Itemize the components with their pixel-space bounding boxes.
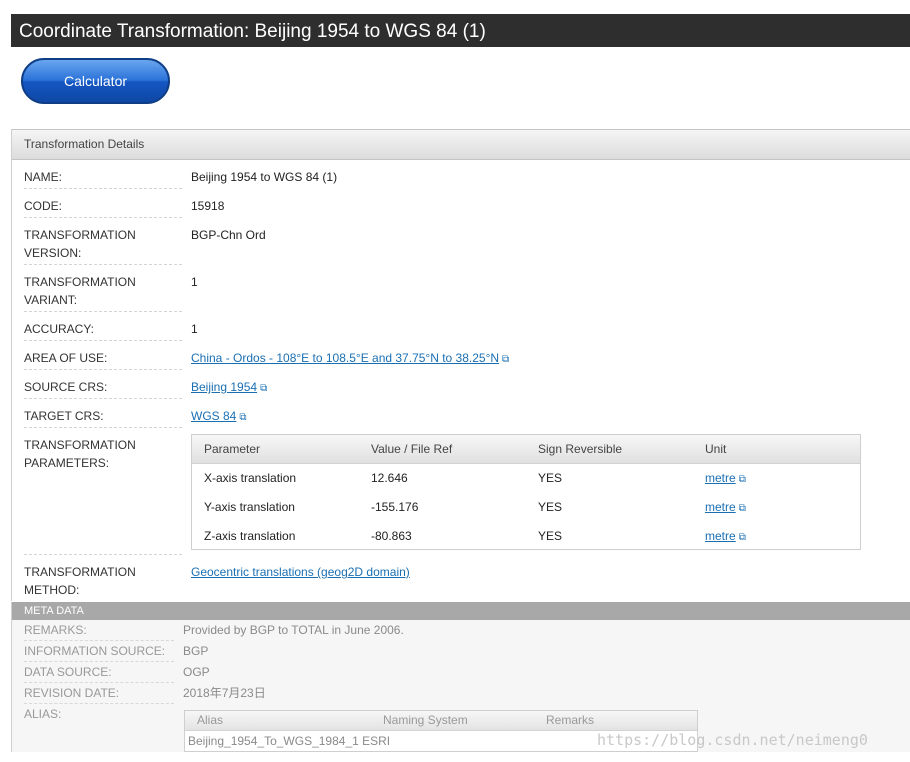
parameters-table-header: Parameter Value / File Ref Sign Reversib…	[192, 435, 860, 464]
area-of-use-label: AREA OF USE:	[24, 341, 182, 370]
unit-link[interactable]: metre	[705, 500, 736, 514]
remarks-label: REMARKS:	[24, 620, 174, 641]
area-of-use-row: AREA OF USE: China - Ordos - 108°E to 10…	[12, 341, 910, 370]
target-crs-row: TARGET CRS: WGS 84 ⧉	[12, 399, 910, 428]
column-header-sign-reversible: Sign Reversible	[538, 442, 623, 456]
variant-label: TRANSFORMATION VARIANT:	[24, 265, 182, 312]
method-row: TRANSFORMATION METHOD: Geocentric transl…	[12, 555, 910, 601]
source-crs-label: SOURCE CRS:	[24, 370, 182, 399]
external-link-icon[interactable]: ⧉	[739, 503, 746, 514]
meta-data-header: META DATA	[12, 602, 910, 620]
parameter-name: X-axis translation	[204, 471, 297, 485]
parameter-sign: YES	[538, 500, 563, 514]
version-row: TRANSFORMATION VERSION: BGP-Chn Ord	[12, 218, 910, 265]
data-source-row: DATA SOURCE: OGP	[12, 662, 910, 683]
parameter-sign: YES	[538, 471, 563, 485]
parameter-value: 12.646	[371, 471, 408, 485]
alias-table-header: Alias Naming System Remarks	[185, 711, 697, 731]
external-link-icon[interactable]: ⧉	[739, 532, 746, 543]
data-source-value: OGP	[183, 665, 210, 679]
accuracy-label: ACCURACY:	[24, 312, 182, 341]
method-link[interactable]: Geocentric translations (geog2D domain)	[191, 565, 410, 579]
parameters-table: Parameter Value / File Ref Sign Reversib…	[191, 434, 861, 550]
parameter-name: Z-axis translation	[204, 529, 296, 543]
parameters-row: TRANSFORMATION PARAMETERS: Parameter Val…	[12, 428, 910, 555]
external-link-icon[interactable]: ⧉	[502, 354, 509, 365]
parameter-name: Y-axis translation	[204, 500, 295, 514]
accuracy-row: ACCURACY: 1	[12, 312, 910, 341]
alias-value: Beijing_1954_To_WGS_1984_1 ESRI	[188, 734, 391, 748]
version-label: TRANSFORMATION VERSION:	[24, 218, 182, 265]
accuracy-value: 1	[191, 322, 198, 336]
remarks-row: REMARKS: Provided by BGP to TOTAL in Jun…	[12, 620, 910, 641]
table-row: Z-axis translation -80.863 YES metre ⧉	[192, 522, 860, 551]
parameters-label: TRANSFORMATION PARAMETERS:	[24, 428, 182, 555]
unit-link[interactable]: metre	[705, 529, 736, 543]
parameter-value: -80.863	[371, 529, 412, 543]
table-row: X-axis translation 12.646 YES metre ⧉	[192, 464, 860, 493]
method-value: Geocentric translations (geog2D domain)	[191, 555, 410, 581]
area-of-use-link[interactable]: China - Ordos - 108°E to 108.5°E and 37.…	[191, 351, 499, 365]
external-link-icon[interactable]: ⧉	[260, 383, 267, 394]
external-link-icon[interactable]: ⧉	[739, 474, 746, 485]
revision-date-row: REVISION DATE: 2018年7月23日	[12, 683, 910, 704]
parameter-unit: metre ⧉	[705, 522, 746, 552]
remarks-value: Provided by BGP to TOTAL in June 2006.	[183, 623, 404, 637]
parameter-unit: metre ⧉	[705, 464, 746, 494]
table-row: Y-axis translation -155.176 YES metre ⧉	[192, 493, 860, 522]
parameter-sign: YES	[538, 529, 563, 543]
transformation-details-panel: Transformation Details NAME: Beijing 195…	[11, 129, 910, 601]
version-value: BGP-Chn Ord	[191, 228, 266, 242]
code-value: 15918	[191, 199, 225, 213]
information-source-value: BGP	[183, 644, 209, 658]
page-title: Coordinate Transformation: Beijing 1954 …	[11, 14, 910, 47]
data-source-label: DATA SOURCE:	[24, 662, 174, 683]
target-crs-value: WGS 84 ⧉	[191, 399, 247, 427]
column-header-naming-system: Naming System	[383, 713, 468, 727]
target-crs-link[interactable]: WGS 84	[191, 409, 236, 423]
variant-value: 1	[191, 275, 198, 289]
parameter-unit: metre ⧉	[705, 493, 746, 523]
unit-link[interactable]: metre	[705, 471, 736, 485]
details-header: Transformation Details	[12, 129, 910, 160]
column-header-remarks: Remarks	[546, 713, 595, 727]
target-crs-label: TARGET CRS:	[24, 399, 182, 428]
alias-label: ALIAS:	[24, 707, 62, 721]
revision-date-value: 2018年7月23日	[183, 686, 266, 700]
column-header-parameter: Parameter	[204, 442, 261, 456]
code-row: CODE: 15918	[12, 189, 910, 218]
calculator-button[interactable]: Calculator	[21, 58, 170, 104]
information-source-row: INFORMATION SOURCE: BGP	[12, 641, 910, 662]
column-header-unit: Unit	[705, 442, 727, 456]
information-source-label: INFORMATION SOURCE:	[24, 641, 174, 662]
column-header-alias: Alias	[197, 713, 224, 727]
revision-date-label: REVISION DATE:	[24, 683, 174, 704]
code-label: CODE:	[24, 189, 182, 218]
parameter-value: -155.176	[371, 500, 419, 514]
external-link-icon[interactable]: ⧉	[239, 412, 246, 423]
name-label: NAME:	[24, 160, 182, 189]
name-value: Beijing 1954 to WGS 84 (1)	[191, 170, 338, 184]
source-crs-row: SOURCE CRS: Beijing 1954 ⧉	[12, 370, 910, 399]
area-of-use-value: China - Ordos - 108°E to 108.5°E and 37.…	[191, 341, 509, 369]
watermark: https://blog.csdn.net/neimeng0	[597, 731, 868, 749]
variant-row: TRANSFORMATION VARIANT: 1	[12, 265, 910, 312]
source-crs-link[interactable]: Beijing 1954	[191, 380, 257, 394]
name-row: NAME: Beijing 1954 to WGS 84 (1)	[12, 160, 910, 189]
column-header-value: Value / File Ref	[371, 442, 453, 456]
meta-data-panel: META DATA REMARKS: Provided by BGP to TO…	[11, 602, 910, 752]
source-crs-value: Beijing 1954 ⧉	[191, 370, 267, 398]
method-label: TRANSFORMATION METHOD:	[24, 565, 136, 597]
